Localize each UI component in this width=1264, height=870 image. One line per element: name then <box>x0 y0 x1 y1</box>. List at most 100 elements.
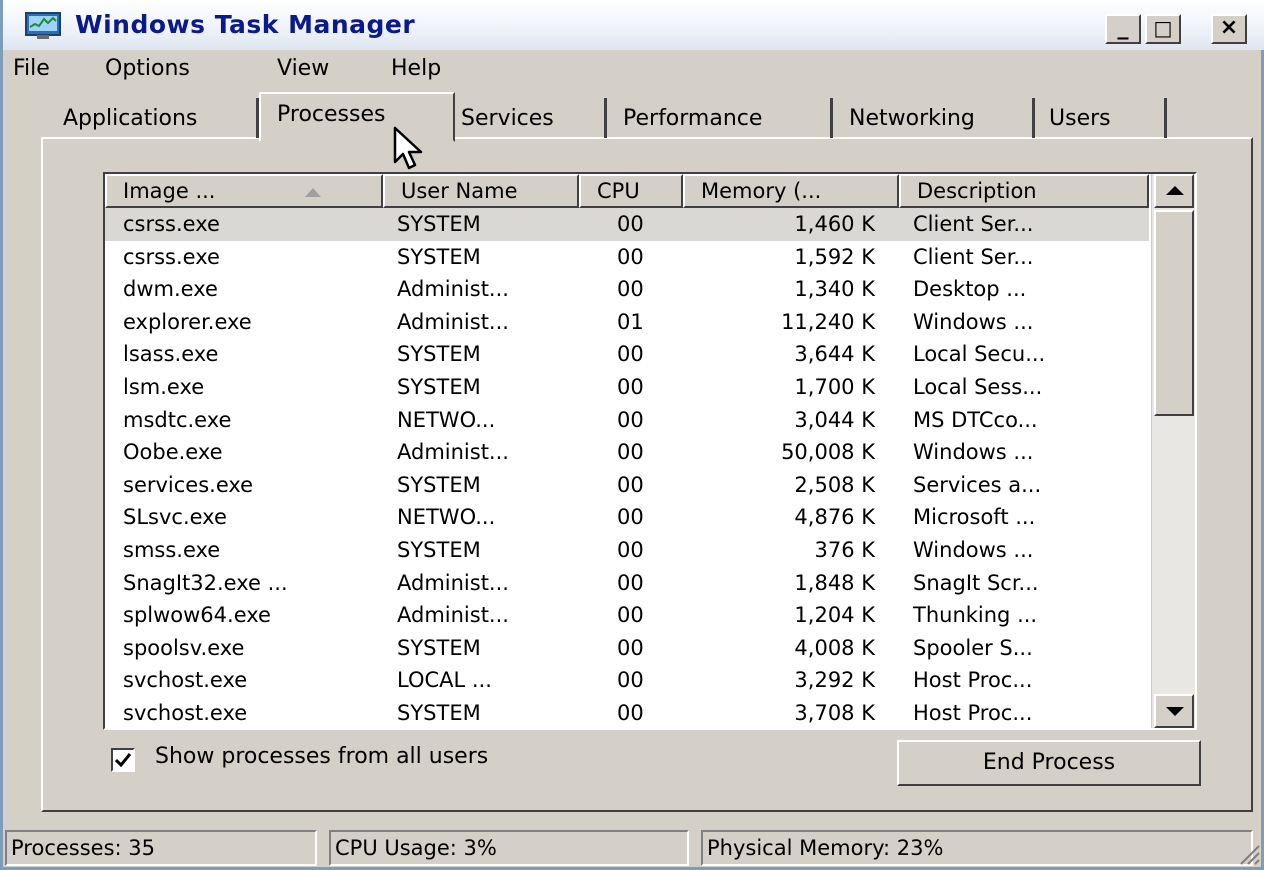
minimize-button[interactable]: _ <box>1105 14 1141 44</box>
cell-cpu: 00 <box>617 244 644 269</box>
tab-applications[interactable]: Applications <box>63 98 259 138</box>
task-manager-icon <box>25 12 61 39</box>
cell-description: MS DTCco... <box>913 407 1038 432</box>
table-row[interactable]: services.exe SYSTEM 00 2,508 K Services a... <box>105 469 1149 502</box>
cell-description: Spooler S... <box>913 635 1033 660</box>
cell-user: SYSTEM <box>397 472 481 497</box>
cell-user: SYSTEM <box>397 212 481 236</box>
cell-image: SLsvc.exe <box>123 505 227 530</box>
cell-memory: 1,460 K <box>794 212 875 236</box>
column-description[interactable]: Description <box>899 174 1149 208</box>
table-row[interactable]: msdtc.exe NETWO... 00 3,044 K MS DTCco... <box>105 404 1149 437</box>
cell-memory: 4,876 K <box>794 505 875 530</box>
end-process-button[interactable]: End Process <box>897 740 1201 786</box>
cell-memory: 2,508 K <box>794 472 875 497</box>
scroll-down-button[interactable] <box>1154 694 1194 728</box>
menu-help[interactable]: Help <box>391 56 441 81</box>
status-cpu-usage: CPU Usage: 3% <box>329 830 689 866</box>
table-row[interactable]: explorer.exe Administ... 01 11,240 K Windows… <box>105 306 1149 339</box>
cell-memory: 3,644 K <box>794 342 875 367</box>
tab-services[interactable]: Services <box>461 98 607 138</box>
cell-image: Oobe.exe <box>123 440 223 465</box>
cell-user: NETWO... <box>397 505 496 530</box>
cell-description: Windows ... <box>913 537 1034 562</box>
cell-description: Thunking ... <box>913 603 1038 628</box>
column-user-name[interactable]: User Name <box>383 174 579 208</box>
show-all-users-label: Show processes from all users <box>155 744 489 769</box>
table-row[interactable]: lsass.exe SYSTEM 00 3,644 K Local Secu... <box>105 338 1149 371</box>
tab-users[interactable]: Users <box>1049 98 1167 138</box>
table-row[interactable]: lsm.exe SYSTEM 00 1,700 K Local Sess... <box>105 371 1149 404</box>
table-row[interactable]: SnagIt32.exe ... Administ... 00 1,848 K Snag… <box>105 567 1149 600</box>
sort-ascending-icon <box>305 188 321 197</box>
table-row[interactable]: svchost.exe LOCAL ... 00 3,292 K Host Proc..… <box>105 664 1149 697</box>
scroll-thumb[interactable] <box>1154 210 1194 416</box>
cell-image: csrss.exe <box>123 212 220 236</box>
table-row[interactable]: Oobe.exe Administ... 00 50,008 K Windows ... <box>105 436 1149 469</box>
cell-memory: 1,340 K <box>794 277 875 302</box>
status-bar: Processes: 35 CPU Usage: 3% Physical Mem… <box>3 826 1264 870</box>
show-all-users-checkbox[interactable] <box>111 748 135 772</box>
cell-user: SYSTEM <box>397 537 481 562</box>
cell-user: Administ... <box>397 570 509 595</box>
column-memory[interactable]: Memory (... <box>683 174 899 208</box>
menu-file[interactable]: File <box>13 56 50 81</box>
cell-cpu: 00 <box>617 537 644 562</box>
menu-options[interactable]: Options <box>105 56 190 81</box>
table-row[interactable]: csrss.exe SYSTEM 00 1,592 K Client Ser... <box>105 241 1149 274</box>
vertical-scrollbar[interactable] <box>1151 174 1195 728</box>
cell-cpu: 00 <box>617 472 644 497</box>
tab-networking[interactable]: Networking <box>849 98 1035 138</box>
cell-user: SYSTEM <box>397 244 481 269</box>
maximize-button[interactable]: □ <box>1145 14 1181 44</box>
arrow-up-icon <box>1166 186 1184 195</box>
cell-image: svchost.exe <box>123 700 248 725</box>
table-row[interactable]: csrss.exe SYSTEM 00 1,460 K Client Ser... <box>105 208 1149 241</box>
column-cpu[interactable]: CPU <box>579 174 683 208</box>
cell-description: Microsoft ... <box>913 505 1036 530</box>
cell-image: splwow64.exe <box>123 603 271 628</box>
close-button[interactable]: × <box>1211 14 1247 44</box>
cell-memory: 376 K <box>814 537 875 562</box>
cell-description: SnagIt Scr... <box>913 570 1039 595</box>
cell-user: Administ... <box>397 309 509 334</box>
minimize-icon: _ <box>1117 15 1129 40</box>
cell-memory: 50,008 K <box>781 440 875 465</box>
column-label: Image ... <box>123 179 216 203</box>
cell-image: lsass.exe <box>123 342 219 367</box>
arrow-down-icon <box>1166 707 1184 716</box>
cell-cpu: 01 <box>617 309 644 334</box>
cell-memory: 11,240 K <box>781 309 875 334</box>
column-image-name[interactable]: Image ... <box>105 174 383 208</box>
table-row[interactable]: SLsvc.exe NETWO... 00 4,876 K Microsoft ... <box>105 501 1149 534</box>
cell-description: Windows ... <box>913 440 1034 465</box>
table-row[interactable]: svchost.exe SYSTEM 00 3,708 K Host Proc... <box>105 697 1149 728</box>
table-row[interactable]: spoolsv.exe SYSTEM 00 4,008 K Spooler S... <box>105 632 1149 665</box>
cell-memory: 1,848 K <box>794 570 875 595</box>
cell-cpu: 00 <box>617 342 644 367</box>
table-row[interactable]: splwow64.exe Administ... 00 1,204 K Thunking… <box>105 599 1149 632</box>
cell-user: SYSTEM <box>397 374 481 399</box>
cell-cpu: 00 <box>617 407 644 432</box>
cell-cpu: 00 <box>617 212 644 236</box>
cell-image: msdtc.exe <box>123 407 232 432</box>
cell-user: NETWO... <box>397 407 496 432</box>
cell-memory: 1,204 K <box>794 603 875 628</box>
menu-view[interactable]: View <box>277 56 329 81</box>
cell-memory: 1,592 K <box>794 244 875 269</box>
tab-performance[interactable]: Performance <box>623 98 833 138</box>
resize-grip-icon[interactable] <box>1235 840 1261 866</box>
status-physical-memory: Physical Memory: 23% <box>701 830 1253 866</box>
cell-user: Administ... <box>397 440 509 465</box>
scroll-up-button[interactable] <box>1154 174 1194 208</box>
cell-description: Host Proc... <box>913 700 1033 725</box>
cell-image: SnagIt32.exe ... <box>123 570 288 595</box>
cell-memory: 3,044 K <box>794 407 875 432</box>
task-manager-window: Windows Task Manager _ □ × File Options … <box>0 0 1264 870</box>
process-list[interactable]: Image ... User Name CPU Memory (... Desc… <box>103 172 1197 730</box>
cell-memory: 3,292 K <box>794 668 875 693</box>
table-row[interactable]: dwm.exe Administ... 00 1,340 K Desktop ... <box>105 273 1149 306</box>
title-bar[interactable]: Windows Task Manager _ □ × <box>3 0 1264 50</box>
table-row[interactable]: smss.exe SYSTEM 00 376 K Windows ... <box>105 534 1149 567</box>
status-processes: Processes: 35 <box>5 830 317 866</box>
